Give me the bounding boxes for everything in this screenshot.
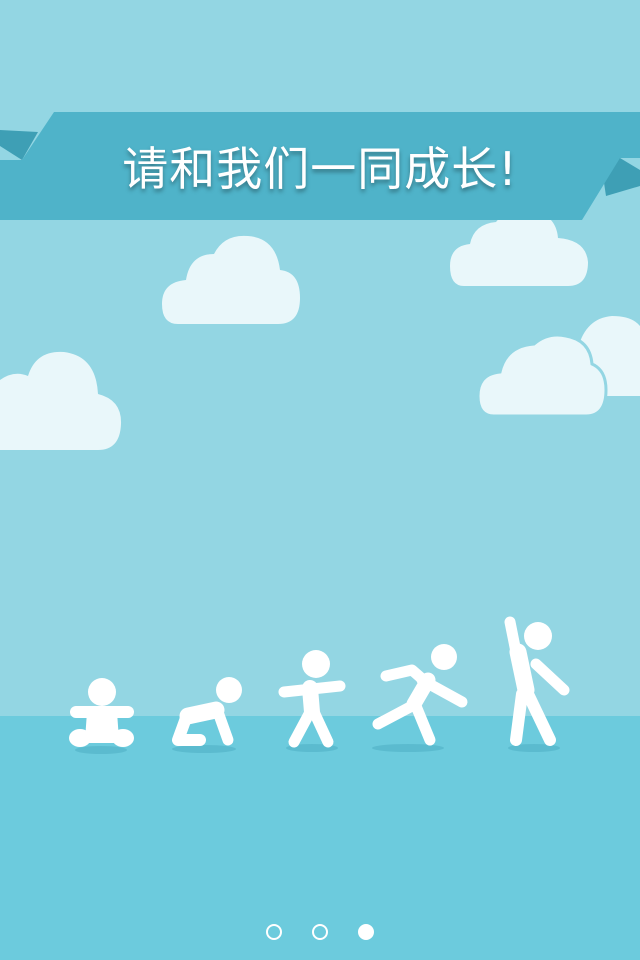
cloud — [0, 351, 122, 450]
cloud — [450, 209, 588, 286]
cloud — [162, 235, 300, 324]
shadow — [372, 744, 444, 752]
shadow — [172, 745, 236, 753]
page-dot-1[interactable] — [266, 924, 282, 940]
shadow — [75, 746, 127, 754]
page-dot-3[interactable] — [358, 924, 374, 940]
page-dot-2[interactable] — [312, 924, 328, 940]
page-indicator — [0, 924, 640, 946]
baby-sitting-figure — [69, 678, 134, 747]
cloud — [476, 333, 608, 418]
page-title: 请和我们一同成长! — [122, 142, 518, 196]
